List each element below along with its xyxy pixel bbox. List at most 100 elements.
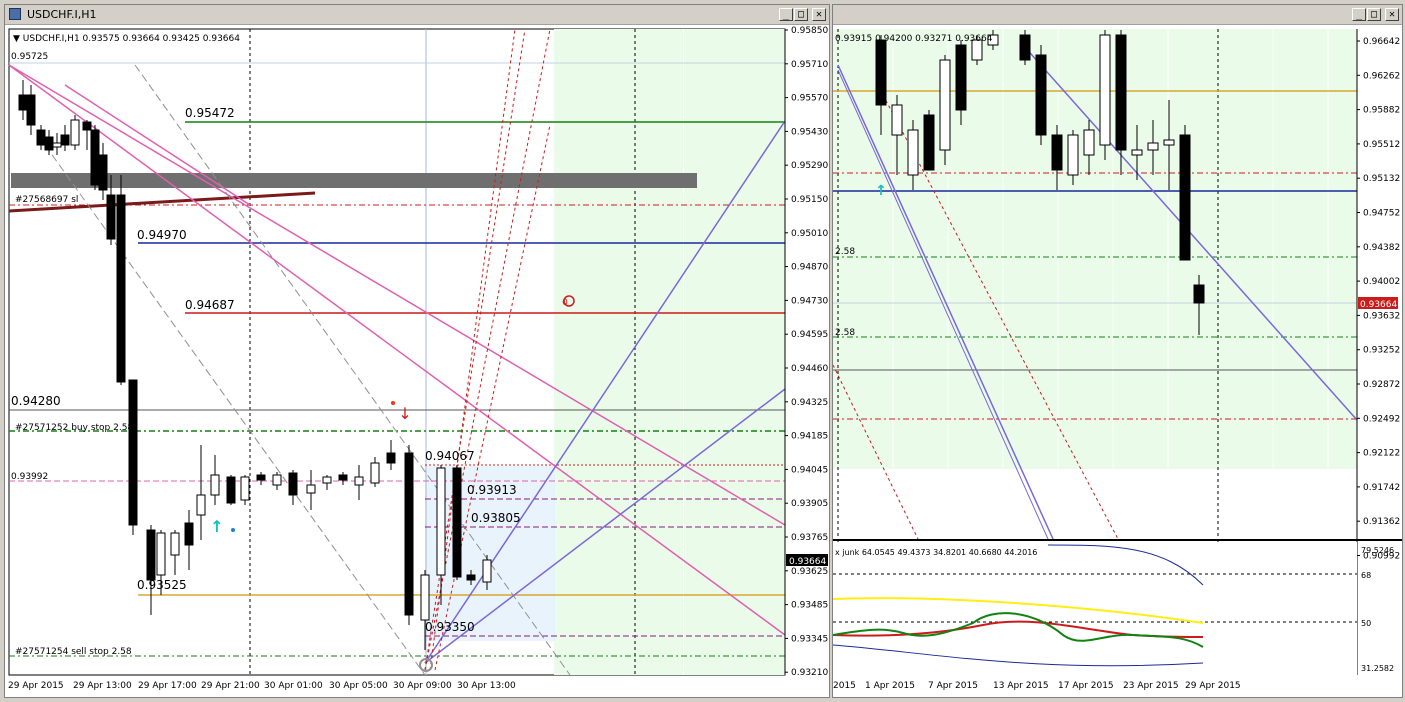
- price-tick-label: 0.95850: [791, 26, 828, 36]
- candle-body: [60, 134, 70, 146]
- time-tick-label: 17 Apr 2015: [1058, 681, 1114, 691]
- candle-body: [256, 474, 266, 481]
- candle-body: [1115, 34, 1127, 151]
- price-tick-label: 0.93485: [791, 601, 828, 611]
- close-button[interactable]: ✕: [1385, 8, 1399, 21]
- price-tick-label: 0.91742: [1363, 483, 1400, 493]
- price-tick-label: 0.95290: [791, 161, 828, 171]
- candle-body: [1019, 34, 1031, 61]
- candle-body: [1067, 134, 1079, 176]
- candle-body: [26, 94, 36, 126]
- indicator-area: [833, 542, 1357, 675]
- candle-body: [875, 39, 887, 106]
- indicator-axis: 79.5246 68 50 31.2582: [1361, 546, 1394, 673]
- price-tick-label: 0.94870: [791, 263, 828, 273]
- current-price-label: 0.93664: [789, 557, 826, 567]
- minimize-button[interactable]: _: [1352, 8, 1366, 21]
- candle-body: [452, 467, 462, 578]
- candle-body: [1099, 34, 1111, 146]
- price-tick-label: 0.93625: [791, 567, 828, 577]
- time-axis: 29 Apr 2015 29 Apr 13:00 29 Apr 17:00 29 Ap…: [8, 681, 516, 691]
- candle-body: [955, 44, 967, 111]
- minimize-button[interactable]: _: [779, 8, 793, 21]
- candle-body: [36, 129, 46, 146]
- candle-body: [128, 379, 138, 526]
- close-button[interactable]: ✕: [812, 8, 826, 21]
- candle-body: [939, 59, 951, 151]
- chart-window-left[interactable]: USDCHF.I,H1 _ □ ✕ ↓ ↑ 0.95850 0.95710 0.…: [4, 4, 830, 698]
- zone-gap: [683, 29, 684, 675]
- candle-body: [1193, 284, 1205, 304]
- price-tick-label: 0.93905: [791, 499, 828, 509]
- chart-window-right[interactable]: _ □ ✕ ↑ 0.93915 0.94200 0.93271 0.93664 …: [832, 4, 1403, 698]
- signal-dot-icon: [231, 528, 235, 532]
- main-chart-svg[interactable]: ↓ ↑ 0.958500.957100.955700.954300.952900…: [5, 25, 829, 697]
- candle-body: [1035, 54, 1047, 136]
- daily-chart-svg[interactable]: ↑ 0.93915 0.94200 0.93271 0.93664 2.58 2…: [833, 25, 1402, 697]
- indicator-axis-label: 68: [1361, 571, 1371, 580]
- time-tick-label: 30 Apr 13:00: [457, 681, 516, 691]
- price-label-94970: 0.94970: [137, 228, 187, 242]
- time-axis: 2015 1 Apr 2015 7 Apr 2015 13 Apr 2015 17 Ap…: [833, 681, 1241, 691]
- window-titlebar[interactable]: _ □ ✕: [833, 5, 1402, 25]
- price-label-93350: 0.93350: [425, 620, 475, 634]
- price-tick-label: 0.95710: [791, 60, 828, 70]
- candle-body: [240, 476, 250, 501]
- zero-marker-label: 0: [562, 298, 568, 308]
- price-tick-label: 0.93632: [1363, 311, 1400, 321]
- chart-header: ▼ USDCHF.I,H1 0.93575 0.93664 0.93425 0.…: [13, 34, 240, 44]
- price-tick-label: 0.94045: [791, 465, 828, 475]
- maximize-button[interactable]: □: [1367, 8, 1381, 21]
- price-label-94280: 0.94280: [11, 394, 61, 408]
- price-tick-label: 0.94382: [1363, 243, 1400, 253]
- price-tick-label: 0.94752: [1363, 209, 1400, 219]
- candle-body: [404, 452, 414, 616]
- price-label-93913: 0.93913: [467, 483, 517, 497]
- signal-dot-icon: [391, 401, 395, 405]
- price-label-94067: 0.94067: [425, 449, 475, 463]
- candle-body: [52, 142, 62, 148]
- candle-body: [907, 129, 919, 176]
- candle-body: [1163, 139, 1175, 146]
- candle-body: [116, 194, 126, 383]
- chart-header: 0.93915 0.94200 0.93271 0.93664: [835, 34, 993, 44]
- candle-body: [106, 194, 116, 240]
- candle-body: [482, 559, 492, 583]
- up-arrow-icon: ↑: [210, 517, 223, 536]
- time-tick-label: 7 Apr 2015: [928, 681, 978, 691]
- candle-body: [44, 136, 54, 151]
- time-tick-label: 30 Apr 05:00: [329, 681, 388, 691]
- price-tick-label: 0.94730: [791, 296, 828, 306]
- price-tick-label: 0.94460: [791, 364, 828, 374]
- price-tick-label: 0.93252: [1363, 346, 1400, 356]
- maximize-button[interactable]: □: [794, 8, 808, 21]
- candle-body: [1083, 129, 1095, 156]
- candle-body: [82, 121, 92, 131]
- time-tick-label: 29 Apr 2015: [1185, 681, 1241, 691]
- time-tick-label: 29 Apr 17:00: [138, 681, 197, 691]
- indicator-axis-label: 79.5246: [1361, 546, 1394, 555]
- indicator-axis-label: 31.2582: [1361, 664, 1394, 673]
- down-arrow-icon: ↓: [398, 404, 411, 423]
- candle-body: [196, 494, 206, 516]
- chart-window-icon: [9, 8, 21, 20]
- price-label-93805: 0.93805: [471, 511, 521, 525]
- price-tick-label: 0.94185: [791, 432, 828, 442]
- price-label-95472: 0.95472: [185, 106, 235, 120]
- candle-body: [146, 529, 156, 581]
- indicator-title: x junk 64.0545 49.4373 34.8201 40.6680 4…: [835, 548, 1037, 557]
- price-tick-label: 0.95132: [1363, 174, 1400, 184]
- candle-body: [226, 476, 236, 504]
- candle-body: [170, 532, 180, 556]
- candle-body: [288, 472, 298, 496]
- price-label-94687: 0.94687: [185, 298, 235, 312]
- candle-body: [420, 574, 430, 621]
- time-tick-label: 2015: [833, 681, 856, 691]
- indicator-axis-label: 50: [1361, 619, 1371, 628]
- window-titlebar[interactable]: USDCHF.I,H1 _ □ ✕: [5, 5, 829, 25]
- price-tick-label: 0.94002: [1363, 277, 1400, 287]
- price-tick-label: 0.95010: [791, 229, 828, 239]
- price-tick-label: 0.93210: [791, 668, 828, 678]
- price-tick-label: 0.92122: [1363, 449, 1400, 459]
- price-tick-label: 0.91362: [1363, 517, 1400, 527]
